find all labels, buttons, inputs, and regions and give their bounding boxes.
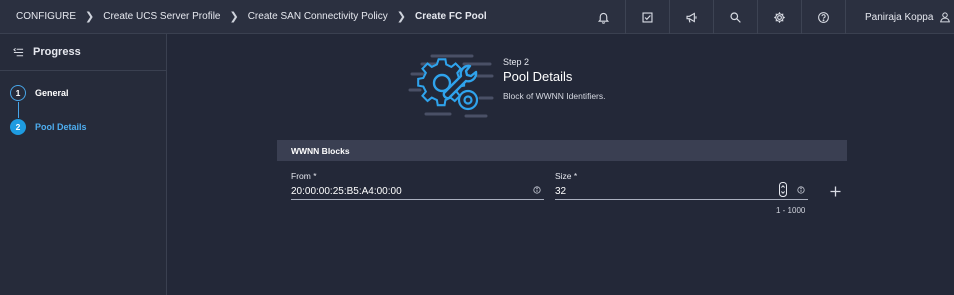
breadcrumb-configure[interactable]: CONFIGURE <box>16 11 76 22</box>
sidebar-step-general[interactable]: 1 General <box>10 85 69 101</box>
user-name: Paniraja Koppa <box>865 11 934 23</box>
step-label: Pool Details <box>35 122 87 132</box>
add-block-icon[interactable] <box>829 185 842 198</box>
info-icon[interactable] <box>533 186 541 194</box>
step-number: 1 <box>10 85 26 101</box>
size-input[interactable]: 32 <box>555 183 808 200</box>
page-title: Pool Details <box>503 69 573 84</box>
size-range-hint: 1 - 1000 <box>776 206 806 215</box>
user-icon <box>940 12 951 23</box>
wwnn-blocks-header: WWNN Blocks <box>277 140 847 161</box>
sidebar-header: Progress <box>0 34 166 71</box>
tasks-button[interactable] <box>626 0 670 34</box>
header-icons <box>582 0 846 34</box>
bell-icon <box>597 12 610 24</box>
info-icon[interactable] <box>797 186 805 194</box>
user-menu[interactable]: Paniraja Koppa <box>865 0 951 34</box>
size-value: 32 <box>555 185 567 197</box>
top-bar: CONFIGURE ❯ Create UCS Server Profile ❯ … <box>0 0 954 34</box>
announcements-button[interactable] <box>670 0 714 34</box>
progress-sidebar: Progress 1 General 2 Pool Details <box>0 34 167 295</box>
search-icon <box>730 11 741 23</box>
chevron-right-icon: ❯ <box>229 11 239 23</box>
size-label: Size * <box>555 171 578 181</box>
breadcrumb-fc-pool: Create FC Pool <box>414 11 487 22</box>
from-label: From * <box>291 171 317 181</box>
sidebar-step-pool-details[interactable]: 2 Pool Details <box>10 119 87 135</box>
stepper-arrows-icon[interactable] <box>779 182 787 197</box>
breadcrumb-san-policy[interactable]: Create SAN Connectivity Policy <box>248 11 388 22</box>
settings-button[interactable] <box>758 0 802 34</box>
chevron-right-icon: ❯ <box>85 11 95 23</box>
sidebar-title: Progress <box>33 46 81 58</box>
help-button[interactable] <box>802 0 846 34</box>
breadcrumb-server-profile[interactable]: Create UCS Server Profile <box>103 11 220 22</box>
gear-wrench-illustration <box>408 54 494 118</box>
breadcrumb: CONFIGURE ❯ Create UCS Server Profile ❯ … <box>0 10 487 23</box>
step-indicator: Step 2 <box>503 57 530 67</box>
chevron-right-icon: ❯ <box>396 11 406 23</box>
help-icon <box>818 11 829 23</box>
from-input[interactable]: 20:00:00:25:B5:A4:00:00 <box>291 183 544 200</box>
section-title: WWNN Blocks <box>291 145 350 156</box>
checklist-icon <box>642 11 653 23</box>
megaphone-icon <box>686 11 697 23</box>
from-value: 20:00:00:25:B5:A4:00:00 <box>291 185 402 197</box>
notifications-button[interactable] <box>582 0 626 34</box>
collapse-menu-icon[interactable] <box>13 47 24 58</box>
step-label: General <box>35 88 69 98</box>
page-description: Block of WWNN Identifiers. <box>503 91 606 101</box>
search-button[interactable] <box>714 0 758 34</box>
gear-icon <box>774 11 785 23</box>
step-number: 2 <box>10 119 26 135</box>
step-connector <box>17 102 19 118</box>
